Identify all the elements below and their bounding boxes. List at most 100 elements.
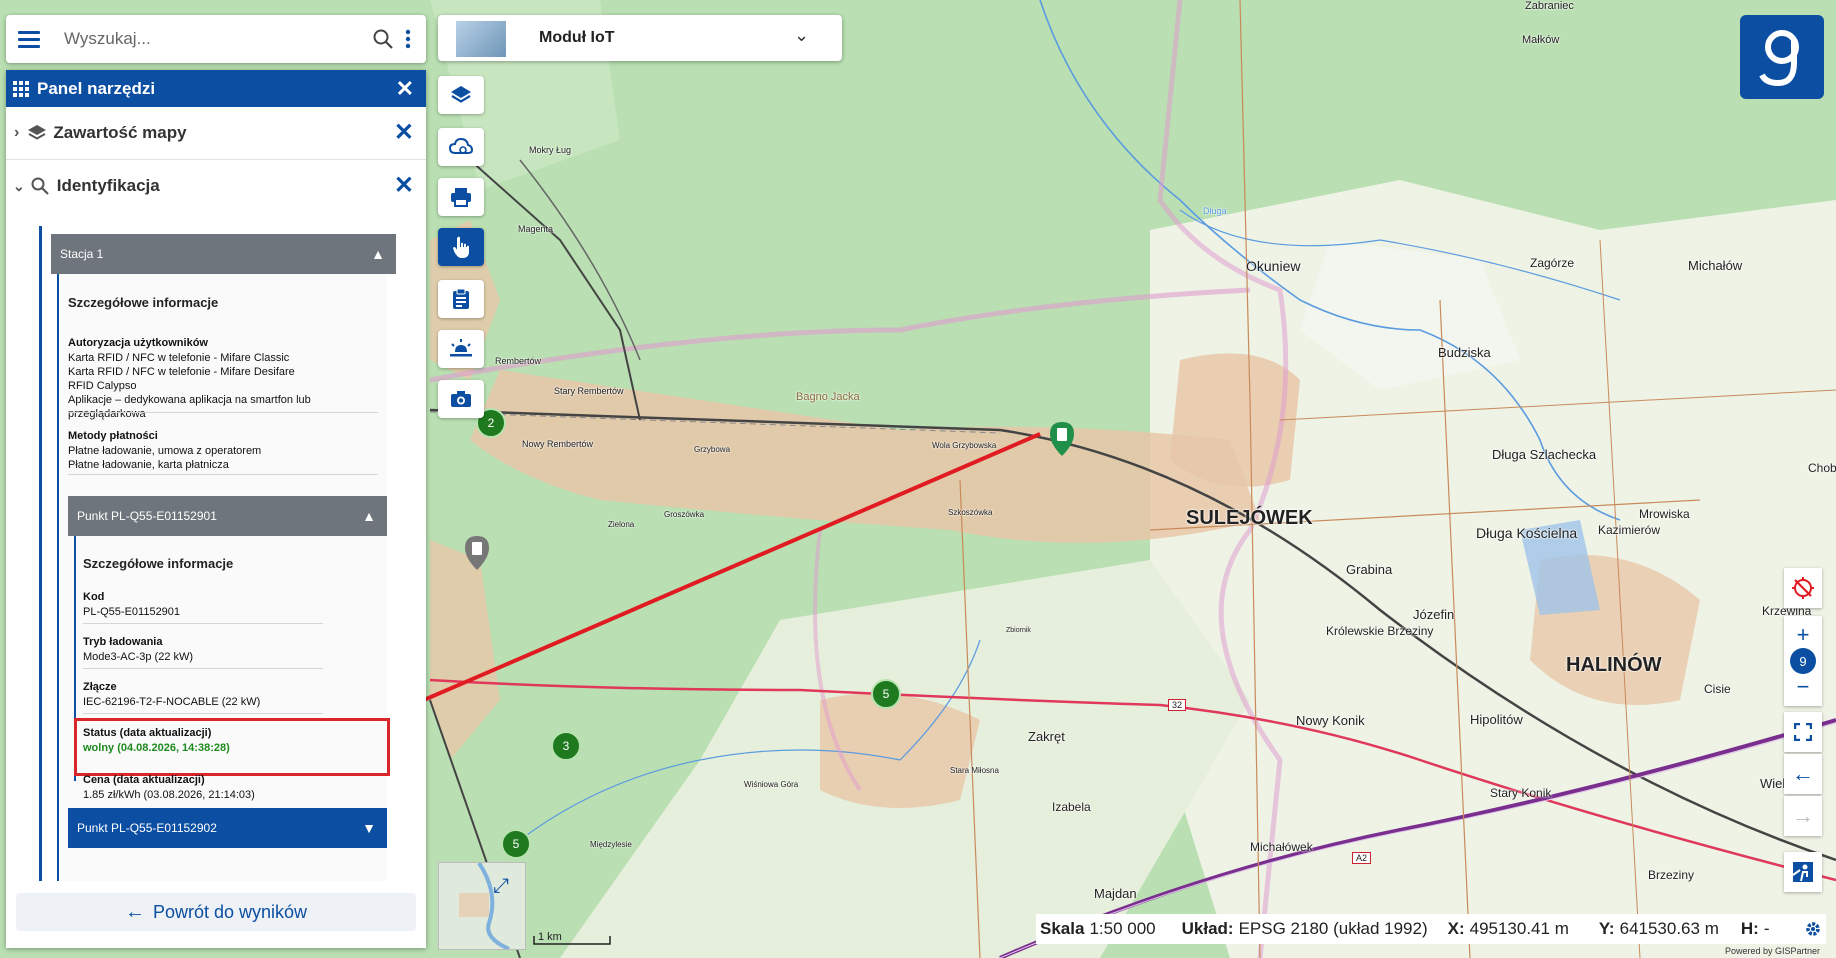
field-label-status: Status (data aktualizacji) <box>83 727 212 739</box>
module-selector[interactable]: Moduł IoT ⌄ <box>438 15 842 61</box>
layers-tool-button[interactable] <box>438 76 484 114</box>
x-value: 495130.41 m <box>1469 919 1569 938</box>
field-label-code: Kod <box>83 591 105 603</box>
search-bar <box>6 15 426 63</box>
powered-by-text: Powered by GISPartner <box>1725 946 1821 956</box>
field-value-connector: IEC-62196-T2-F-NOCABLE (22 kW) <box>83 696 261 708</box>
back-to-results-button[interactable]: ← Powrót do wyników <box>16 893 416 931</box>
section-identification[interactable]: ⌄ Identyfikacja ✕ <box>6 160 426 212</box>
payment-value: Płatne ładowanie, umowa z operatorem <box>68 445 262 457</box>
identify-tool-button[interactable] <box>438 228 484 266</box>
chevron-right-icon[interactable]: › <box>14 124 19 142</box>
panel-header: Panel narzędzi ✕ <box>6 70 426 107</box>
collapse-icon[interactable]: ▲ <box>362 508 376 524</box>
search-input[interactable] <box>62 28 372 50</box>
field-value-mode: Mode3-AC-3p (22 kW) <box>83 651 194 663</box>
overview-map[interactable]: ⤢ <box>438 861 526 951</box>
expand-overview-icon[interactable]: ⤢ <box>493 875 509 898</box>
zoom-out-button[interactable]: − <box>1797 676 1810 698</box>
expand-icon[interactable]: ▼ <box>362 820 376 836</box>
close-panel-icon[interactable]: ✕ <box>396 77 414 100</box>
payment-label: Metody płatności <box>68 430 158 442</box>
chevron-down-icon[interactable]: ⌄ <box>13 178 25 195</box>
point1-accordion[interactable]: Punkt PL-Q55-E01152901 ▲ <box>68 496 387 536</box>
results-scroll[interactable]: Stacja 1 ▲ Szczegółowe informacje Autory… <box>39 226 399 881</box>
status-bar: Skala 1:50 000 Układ: EPSG 2180 (układ 1… <box>1036 914 1826 944</box>
zoom-in-button[interactable]: + <box>1797 624 1810 646</box>
details-title: Szczegółowe informacje <box>83 556 234 571</box>
payment-value: Płatne ładowanie, karta płatnicza <box>68 459 229 471</box>
station-cluster-marker[interactable]: 5 <box>501 829 531 859</box>
station-cluster-marker[interactable]: 5 <box>871 679 901 709</box>
settings-gear-icon[interactable] <box>1804 920 1822 938</box>
g-logo-icon <box>1759 30 1799 87</box>
search-icon[interactable] <box>372 28 394 50</box>
clipboard-icon <box>453 288 469 309</box>
tool-panel: Panel narzędzi ✕ › Zawartość mapy ✕ ⌄ Id… <box>6 70 426 948</box>
auth-value: Karta RFID / NFC w telefonie - Mifare Cl… <box>68 352 290 364</box>
y-label: Y: <box>1598 919 1615 938</box>
pointer-hand-icon <box>453 236 469 258</box>
menu-icon[interactable] <box>6 15 52 63</box>
print-tool-button[interactable] <box>438 178 484 216</box>
section-map-content[interactable]: › Zawartość mapy ✕ <box>6 107 426 160</box>
y-value: 641530.63 m <box>1619 919 1719 938</box>
apps-grid-icon <box>13 80 29 97</box>
field-label-connector: Złącze <box>83 681 117 693</box>
next-extent-button[interactable]: → <box>1784 796 1822 836</box>
auth-label: Autoryzacja użytkowników <box>68 337 208 349</box>
accent-line <box>57 274 59 881</box>
previous-extent-button[interactable]: ← <box>1784 754 1822 794</box>
fullscreen-button[interactable] <box>1784 712 1822 752</box>
zoom-level-badge: 9 <box>1790 648 1816 674</box>
point1-body: Szczegółowe informacje Kod PL-Q55-E01152… <box>74 536 390 801</box>
chevron-down-icon[interactable]: ⌄ <box>794 25 809 46</box>
divider <box>83 713 323 714</box>
point1-title: Punkt PL-Q55-E01152901 <box>77 509 217 523</box>
station-title: Stacja 1 <box>60 247 104 261</box>
divider <box>83 668 323 669</box>
accent-line <box>39 226 42 881</box>
scale-label: Skala <box>1040 919 1085 938</box>
cloud-settings-icon <box>449 137 473 154</box>
section-label: Zawartość mapy <box>53 123 187 142</box>
station-cluster-marker[interactable]: 3 <box>551 731 581 761</box>
street-view-button[interactable] <box>1784 852 1822 892</box>
crs-value[interactable]: EPSG 2180 (układ 1992) <box>1239 919 1428 939</box>
panel-title: Panel narzędzi <box>37 78 156 98</box>
layers-icon <box>28 125 47 140</box>
cloud-tool-button[interactable] <box>438 128 484 166</box>
location-off-icon <box>1792 577 1814 599</box>
layers-icon <box>451 86 471 103</box>
sunrise-icon <box>450 339 472 357</box>
section-label: Identyfikacja <box>56 176 160 195</box>
divider <box>83 623 323 624</box>
sunrise-tool-button[interactable] <box>438 330 484 368</box>
close-section-icon[interactable]: ✕ <box>394 174 414 198</box>
scale-bar-label: 1 km <box>538 931 562 943</box>
field-value-status: wolny (04.08.2026, 14:38:28) <box>83 742 230 754</box>
street-view-icon <box>1792 862 1813 882</box>
h-value: - <box>1763 919 1770 938</box>
arrow-left-icon: ← <box>1792 761 1814 786</box>
camera-tool-button[interactable] <box>438 380 484 418</box>
clipboard-tool-button[interactable] <box>438 280 484 318</box>
more-options-icon[interactable] <box>404 28 412 50</box>
module-label: Moduł IoT <box>539 29 615 46</box>
collapse-icon[interactable]: ▲ <box>371 246 385 262</box>
disable-tracking-button[interactable] <box>1784 568 1822 608</box>
camera-icon <box>451 391 471 407</box>
x-label: X: <box>1447 919 1465 938</box>
divider <box>68 412 378 413</box>
field-label-price: Cena (data aktualizacji) <box>83 774 205 786</box>
h-label: H: <box>1740 919 1759 938</box>
close-section-icon[interactable]: ✕ <box>394 121 414 145</box>
back-label: Powrót do wyników <box>152 901 308 922</box>
arrow-left-icon: ← <box>124 900 145 923</box>
divider <box>68 474 378 475</box>
point2-title: Punkt PL-Q55-E01152902 <box>77 821 217 835</box>
auth-value: RFID Calypso <box>68 380 137 392</box>
auth-value: Aplikacje – dedykowana aplikacja na smar… <box>68 394 311 420</box>
point2-accordion[interactable]: Punkt PL-Q55-E01152902 ▼ <box>68 808 387 848</box>
station-accordion[interactable]: Stacja 1 ▲ <box>51 234 396 274</box>
